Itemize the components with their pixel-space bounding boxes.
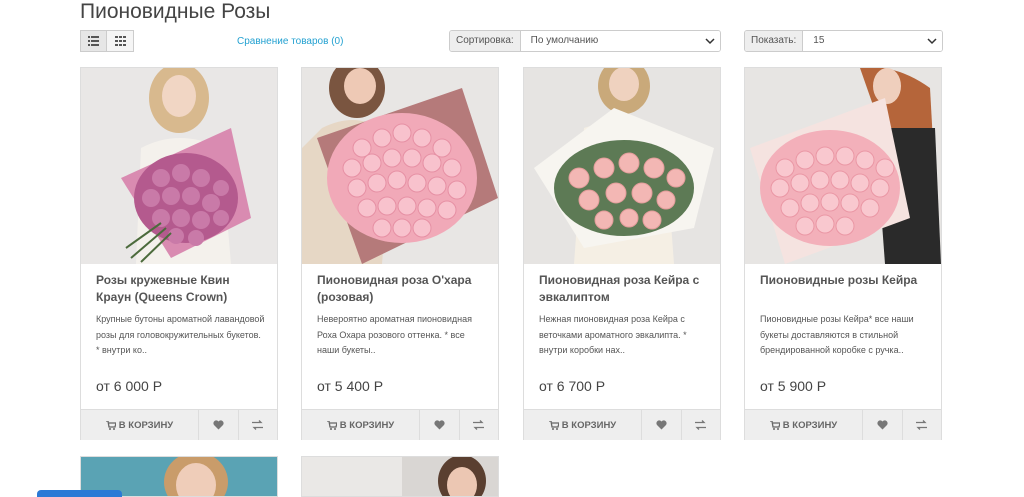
cart-icon	[326, 420, 337, 430]
chat-widget-button[interactable]	[37, 490, 122, 497]
heart-icon	[656, 420, 667, 430]
compare-icon	[916, 420, 928, 430]
product-description: Крупные бутоны ароматной лавандовой розы…	[96, 314, 265, 355]
compare-button[interactable]	[901, 410, 941, 440]
compare-button[interactable]	[458, 410, 498, 440]
wishlist-button[interactable]	[420, 410, 459, 440]
add-to-cart-button[interactable]: В КОРЗИНУ	[745, 410, 863, 440]
product-image[interactable]	[745, 68, 941, 264]
product-actions: В КОРЗИНУ	[745, 409, 941, 440]
product-image[interactable]	[302, 68, 498, 264]
cart-icon	[769, 420, 780, 430]
list-view-button[interactable]	[80, 30, 107, 52]
compare-button[interactable]	[237, 410, 277, 440]
product-description: Пионовидные розы Кейра* все наши букеты …	[760, 314, 914, 355]
grid-view-button[interactable]	[107, 30, 134, 52]
product-image[interactable]	[524, 68, 720, 264]
product-card: Розы кружевные Квин Краун (Queens Crown)…	[80, 67, 278, 440]
grid-view-icon	[114, 36, 126, 46]
add-to-cart-button[interactable]: В КОРЗИНУ	[302, 410, 420, 440]
product-price: от 6 700 Р	[539, 378, 606, 394]
cart-icon	[105, 420, 116, 430]
product-card: Пионовидные розы Кейра Пионовидные розы …	[744, 67, 942, 440]
add-to-cart-label: В КОРЗИНУ	[118, 419, 174, 431]
add-to-cart-button[interactable]: В КОРЗИНУ	[524, 410, 642, 440]
product-card: Пионовидная роза Кейра с эвкалиптом Нежн…	[523, 67, 721, 440]
heart-icon	[213, 420, 224, 430]
wishlist-button[interactable]	[199, 410, 238, 440]
page-title: Пионовидные Розы	[80, 0, 271, 23]
product-description: Невероятно ароматная пионовидная Роха Ох…	[317, 314, 472, 355]
view-toggle	[80, 30, 134, 52]
product-actions: В КОРЗИНУ	[81, 409, 277, 440]
chevron-down-icon	[927, 38, 937, 45]
add-to-cart-label: В КОРЗИНУ	[339, 419, 395, 431]
chevron-down-icon	[705, 38, 715, 45]
add-to-cart-button[interactable]: В КОРЗИНУ	[81, 410, 199, 440]
list-view-icon	[88, 36, 99, 46]
compare-icon	[695, 420, 707, 430]
add-to-cart-label: В КОРЗИНУ	[561, 419, 617, 431]
product-name[interactable]: Пионовидные розы Кейра	[760, 272, 930, 289]
product-price: от 6 000 Р	[96, 378, 163, 394]
compare-icon	[473, 420, 485, 430]
heart-icon	[877, 420, 888, 430]
compare-icon	[252, 420, 264, 430]
compare-products-link[interactable]: Сравнение товаров (0)	[237, 36, 343, 47]
product-image[interactable]	[81, 68, 277, 264]
product-name[interactable]: Пионовидная роза Кейра с эвкалиптом	[539, 272, 709, 306]
sort-control: Сортировка: По умолчанию	[449, 30, 721, 52]
product-actions: В КОРЗИНУ	[524, 409, 720, 440]
product-name[interactable]: Розы кружевные Квин Краун (Queens Crown)	[96, 272, 266, 306]
product-name[interactable]: Пионовидная роза О'хара (розовая)	[317, 272, 487, 306]
show-select[interactable]: 15	[803, 31, 942, 51]
wishlist-button[interactable]	[863, 410, 902, 440]
product-actions: В КОРЗИНУ	[302, 409, 498, 440]
show-control: Показать: 15	[744, 30, 943, 52]
product-card-partial[interactable]	[301, 456, 499, 497]
product-description: Нежная пионовидная роза Кейра с веточкам…	[539, 314, 687, 355]
compare-button[interactable]	[680, 410, 720, 440]
sort-selected-value: По умолчанию	[530, 35, 599, 46]
product-price: от 5 400 Р	[317, 378, 384, 394]
heart-icon	[434, 420, 445, 430]
add-to-cart-label: В КОРЗИНУ	[782, 419, 838, 431]
cart-icon	[548, 420, 559, 430]
show-label: Показать:	[745, 31, 804, 51]
product-card: Пионовидная роза О'хара (розовая) Неверо…	[301, 67, 499, 440]
sort-select[interactable]: По умолчанию	[520, 31, 720, 51]
wishlist-button[interactable]	[642, 410, 681, 440]
sort-label: Сортировка:	[450, 31, 521, 51]
product-price: от 5 900 Р	[760, 378, 827, 394]
show-selected-value: 15	[813, 35, 825, 46]
